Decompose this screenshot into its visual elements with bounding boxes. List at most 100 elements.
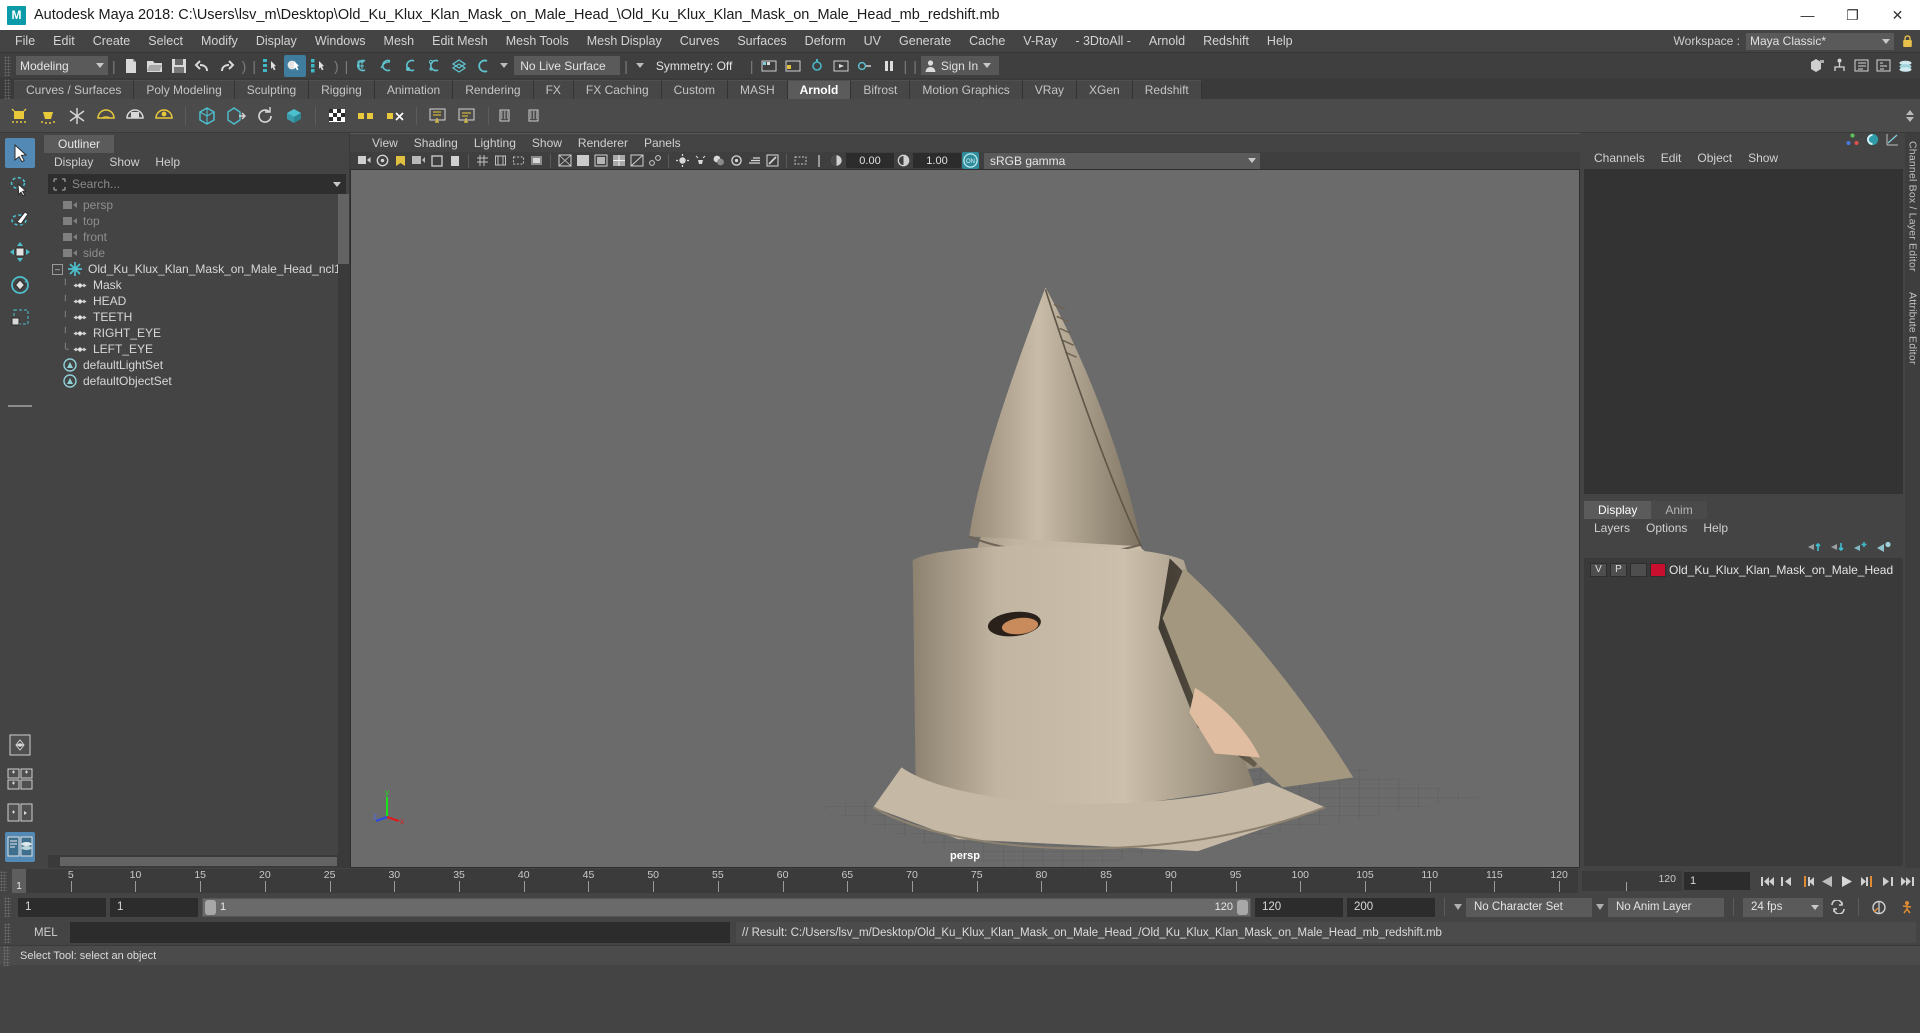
menu-item-cache[interactable]: Cache (960, 30, 1014, 52)
shadows-icon[interactable] (710, 152, 727, 169)
show-channel-box-icon[interactable] (1894, 55, 1916, 77)
menu-item-mesh[interactable]: Mesh (375, 30, 424, 52)
anim-layer-dropdown[interactable]: No Anim Layer (1608, 897, 1724, 917)
chevron-down-icon[interactable] (1596, 904, 1604, 910)
select-camera-icon[interactable] (356, 152, 373, 169)
move-layer-down-icon[interactable] (1831, 541, 1845, 556)
snap-to-curve-button[interactable] (376, 55, 398, 77)
layer-list[interactable]: V P Old_Ku_Klux_Klan_Mask_on_Male_Head (1584, 558, 1903, 866)
outliner-search-input[interactable]: Search... (72, 177, 120, 191)
viewport-menu-shading[interactable]: Shading (406, 134, 466, 153)
outliner-tab[interactable]: Outliner (44, 135, 115, 153)
outliner-node-persp[interactable]: persp (48, 197, 349, 213)
channel-box-menu-channels[interactable]: Channels (1586, 149, 1653, 168)
outliner-search-bar[interactable]: Search... (48, 174, 346, 194)
range-start-handle[interactable] (205, 899, 216, 915)
layer-shading-toggle[interactable] (1630, 562, 1647, 577)
menu-item-redshift[interactable]: Redshift (1194, 30, 1258, 52)
shelf-scroll-arrows[interactable] (1906, 109, 1920, 122)
contrast-icon[interactable] (895, 152, 912, 169)
menu-item-vray[interactable]: V-Ray (1014, 30, 1066, 52)
multisample-aa-icon[interactable] (764, 152, 781, 169)
channel-box-menu-object[interactable]: Object (1689, 149, 1740, 168)
arnold-skydome-light-icon[interactable] (93, 103, 119, 129)
show-outliner-icon[interactable] (1850, 55, 1872, 77)
tab-display-layers[interactable]: Display (1584, 501, 1652, 519)
resolution-gate-icon[interactable] (510, 152, 527, 169)
arnold-photometric-light-icon[interactable] (151, 103, 177, 129)
maximize-button[interactable]: ❐ (1830, 0, 1875, 30)
color-space-dropdown[interactable]: sRGB gamma (984, 152, 1260, 169)
viewport-3d-canvas[interactable]: y x z persp (350, 169, 1580, 868)
outliner-node-default-light-set[interactable]: defaultLightSet (48, 357, 349, 373)
go-to-end-button[interactable] (1898, 872, 1916, 890)
show-hypergraph-icon[interactable] (1828, 55, 1850, 77)
current-frame-field[interactable]: 1 (1684, 872, 1750, 890)
channel-box-body[interactable] (1584, 169, 1903, 494)
menu-item-edit-mesh[interactable]: Edit Mesh (423, 30, 497, 52)
bookmark-icon[interactable] (392, 152, 409, 169)
chevron-down-icon[interactable] (1454, 904, 1462, 910)
select-by-component-type-button[interactable] (308, 55, 330, 77)
shelf-tab-redshift[interactable]: Redshift (1132, 80, 1202, 99)
render-settings-button[interactable] (806, 55, 828, 77)
arnold-area-light-icon[interactable] (6, 103, 32, 129)
move-layer-up-icon[interactable] (1808, 541, 1822, 556)
arnold-point-light-icon[interactable] (35, 103, 61, 129)
menu-item-modify[interactable]: Modify (192, 30, 247, 52)
outliner-node-default-object-set[interactable]: defaultObjectSet (48, 373, 349, 389)
four-view-layout-button[interactable] (5, 764, 35, 794)
menu-item-create[interactable]: Create (84, 30, 140, 52)
layer-color-swatch[interactable] (1650, 562, 1666, 577)
arnold-render-view-icon[interactable] (324, 103, 350, 129)
sign-in-button[interactable]: Sign In (920, 56, 1000, 75)
arnold-open-render-icon[interactable] (353, 103, 379, 129)
outliner-node-mask[interactable]: ╵ Mask (48, 277, 349, 293)
go-to-start-button[interactable] (1758, 872, 1776, 890)
menu-item-select[interactable]: Select (139, 30, 192, 52)
outliner-horizontal-scrollbar[interactable] (48, 855, 349, 868)
gamma-circle-icon[interactable] (828, 152, 845, 169)
layer-row[interactable]: V P Old_Ku_Klux_Klan_Mask_on_Male_Head (1584, 561, 1903, 578)
gamma-value-field[interactable]: 1.00 (913, 153, 961, 168)
arnold-flush-cache-icon[interactable] (252, 103, 278, 129)
shelf-tab-rigging[interactable]: Rigging (309, 80, 375, 99)
outliner-menu-help[interactable]: Help (147, 153, 188, 172)
exposure-value-field[interactable]: 0.00 (846, 153, 894, 168)
two-d-pan-zoom-icon[interactable] (428, 152, 445, 169)
outliner-menu-show[interactable]: Show (101, 153, 147, 172)
menu-item-windows[interactable]: Windows (306, 30, 375, 52)
menu-item-surfaces[interactable]: Surfaces (728, 30, 795, 52)
command-input-field[interactable] (70, 922, 730, 943)
ipr-render-button[interactable] (782, 55, 804, 77)
shelf-tab-mash[interactable]: MASH (727, 80, 788, 99)
menu-item-3dtoall[interactable]: - 3DtoAll - (1066, 30, 1140, 52)
isolate-select-icon[interactable] (792, 152, 809, 169)
wireframe-shading-icon[interactable] (556, 152, 573, 169)
render-sequence-button[interactable] (830, 55, 852, 77)
redo-button[interactable] (216, 55, 238, 77)
pause-button[interactable] (878, 55, 900, 77)
outliner-persp-layout-button[interactable] (5, 832, 35, 862)
menu-item-display[interactable]: Display (247, 30, 306, 52)
toolbar-grip[interactable] (4, 55, 11, 76)
single-perspective-view-button[interactable] (5, 730, 35, 760)
viewport-menu-lighting[interactable]: Lighting (466, 134, 524, 153)
channel-box-menu-show[interactable]: Show (1740, 149, 1786, 168)
time-slider-grip[interactable] (0, 871, 7, 891)
lock-icon[interactable] (1900, 34, 1914, 49)
create-layer-from-selected-icon[interactable] (1877, 541, 1891, 556)
shelf-tab-rendering[interactable]: Rendering (453, 80, 534, 99)
layer-menu-layers[interactable]: Layers (1586, 519, 1638, 538)
scrollbar-thumb[interactable] (60, 857, 337, 866)
exposure-icon[interactable] (810, 152, 827, 169)
two-view-layout-button[interactable] (5, 798, 35, 828)
undo-button[interactable] (192, 55, 214, 77)
make-live-button[interactable] (472, 55, 494, 77)
outliner-node-side[interactable]: side (48, 245, 349, 261)
menu-item-mesh-display[interactable]: Mesh Display (578, 30, 671, 52)
viewport-menu-renderer[interactable]: Renderer (570, 134, 636, 153)
shelf-tab-sculpting[interactable]: Sculpting (234, 80, 310, 99)
shelf-tab-bifrost[interactable]: Bifrost (851, 80, 911, 99)
scale-tool-button[interactable] (5, 303, 35, 333)
